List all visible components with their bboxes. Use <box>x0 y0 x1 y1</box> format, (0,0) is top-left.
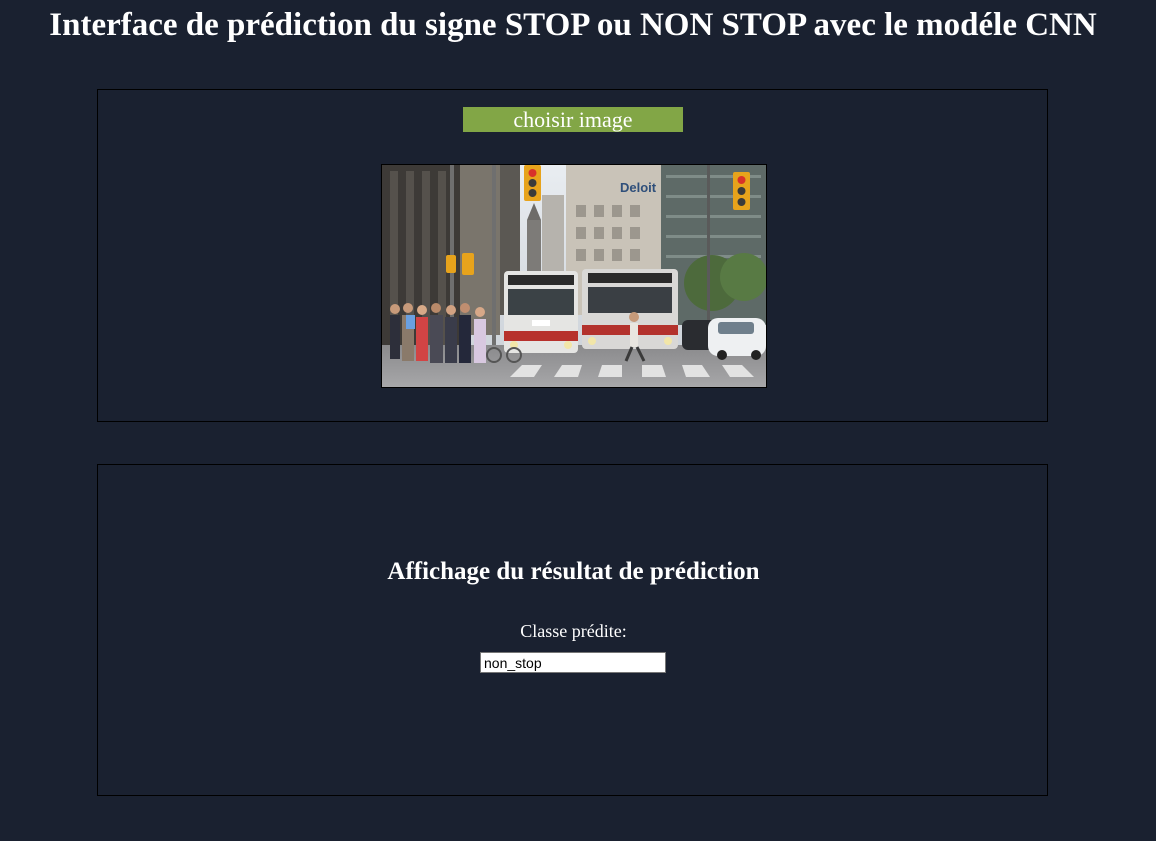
choose-image-button[interactable]: choisir image <box>463 107 683 132</box>
street-scene-photo: Deloit <box>382 165 766 387</box>
image-upload-panel: choisir image Deloit <box>97 89 1048 422</box>
building-sign: Deloit <box>620 180 657 195</box>
page-title: Interface de prédiction du signe STOP ou… <box>49 7 1097 43</box>
predicted-class-label: Classe prédite: <box>520 621 627 641</box>
result-heading: Affichage du résultat de prédiction <box>387 558 760 585</box>
predicted-class-field[interactable] <box>480 652 666 673</box>
image-preview: Deloit <box>381 164 767 388</box>
prediction-result-panel: Affichage du résultat de prédiction Clas… <box>97 464 1048 796</box>
